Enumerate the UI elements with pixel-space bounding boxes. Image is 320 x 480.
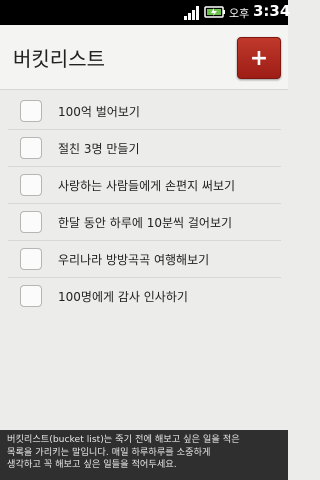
list-item[interactable]: 100명에게 감사 인사하기 <box>8 278 281 314</box>
item-checkbox[interactable] <box>20 137 42 159</box>
list-item[interactable]: 100억 벌어보기 <box>8 93 281 130</box>
footer-text: 버킷리스트(bucket list)는 죽기 전에 해보고 싶은 일을 적은 목… <box>7 434 283 472</box>
footer-line: 버킷리스트(bucket list)는 죽기 전에 해보고 싶은 일을 적은 <box>7 434 240 445</box>
item-checkbox[interactable] <box>20 285 42 307</box>
status-time: 3:34 <box>253 2 291 20</box>
footer-line: 목록을 가리키는 말입니다. 매일 하루하루를 소중하게 <box>7 446 211 458</box>
list-item[interactable]: 우리나라 방방곡곡 여행해보기 <box>8 241 281 278</box>
status-bar: 오후 3:34 <box>0 0 291 25</box>
item-label: 절친 3명 만들기 <box>58 142 140 156</box>
add-item-button[interactable]: + <box>237 37 281 79</box>
item-checkbox[interactable] <box>20 100 42 122</box>
app-bar: 버킷리스트 + <box>0 25 288 90</box>
plus-icon: + <box>249 45 269 71</box>
item-checkbox[interactable] <box>20 248 42 270</box>
item-label: 100억 벌어보기 <box>58 105 140 119</box>
info-footer: 버킷리스트(bucket list)는 죽기 전에 해보고 싶은 일을 적은 목… <box>0 430 288 480</box>
item-checkbox[interactable] <box>20 211 42 233</box>
signal-bars-icon <box>184 6 199 20</box>
item-label: 한달 동안 하루에 10분씩 걸어보기 <box>58 216 233 230</box>
list-item[interactable]: 사랑하는 사람들에게 손편지 써보기 <box>8 167 281 204</box>
footer-line: 생각하고 꼭 해보고 싶은 일들을 적어두세요. <box>7 459 177 470</box>
item-checkbox[interactable] <box>20 174 42 196</box>
list-item[interactable]: 한달 동안 하루에 10분씩 걸어보기 <box>8 204 281 241</box>
bucket-list: 100억 벌어보기 절친 3명 만들기 사랑하는 사람들에게 손편지 써보기 한… <box>8 93 281 314</box>
list-item[interactable]: 절친 3명 만들기 <box>8 130 281 167</box>
status-ampm: 오후 <box>229 7 250 20</box>
battery-charging-icon <box>204 6 225 18</box>
item-label: 우리나라 방방곡곡 여행해보기 <box>58 253 210 267</box>
item-label: 사랑하는 사람들에게 손편지 써보기 <box>58 179 236 193</box>
page-title: 버킷리스트 <box>13 47 105 71</box>
item-label: 100명에게 감사 인사하기 <box>58 290 188 304</box>
